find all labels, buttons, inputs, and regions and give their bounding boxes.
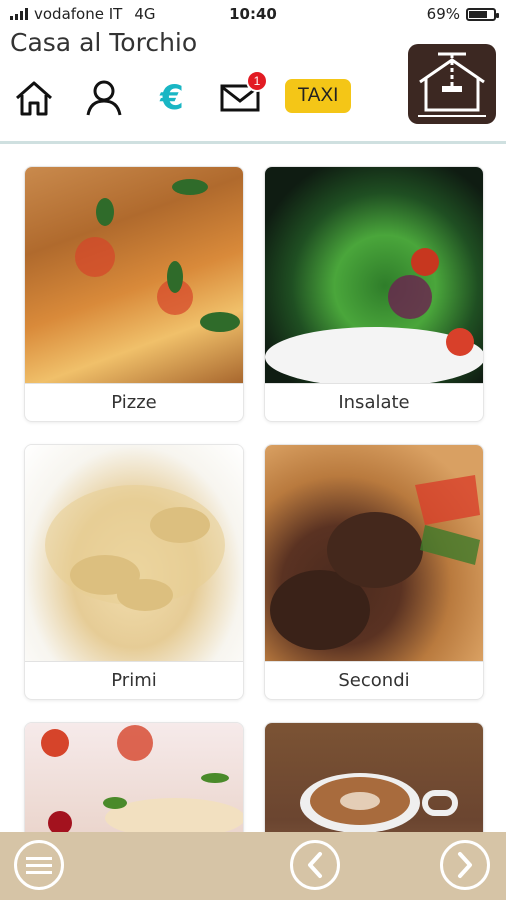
category-card-pizze[interactable]: Pizze <box>24 166 244 422</box>
mail-icon[interactable]: 1 <box>218 70 268 118</box>
battery-percent: 69% <box>426 5 460 23</box>
pizza-image <box>25 167 243 383</box>
ravioli-image <box>25 445 243 661</box>
category-label: Primi <box>25 661 243 699</box>
home-icon[interactable] <box>12 78 56 118</box>
menu-button[interactable] <box>14 840 64 890</box>
mail-badge: 1 <box>246 70 268 92</box>
salad-image <box>265 167 483 383</box>
user-icon[interactable] <box>82 78 126 118</box>
category-card-primi[interactable]: Primi <box>24 444 244 700</box>
category-label: Secondi <box>265 661 483 699</box>
page-title: Casa al Torchio <box>10 28 198 57</box>
forward-button[interactable] <box>440 840 490 890</box>
chevron-left-icon <box>308 852 322 878</box>
steak-image <box>265 445 483 661</box>
category-card-dessert[interactable] <box>24 722 244 844</box>
back-button[interactable] <box>290 840 340 890</box>
category-card-coffee[interactable] <box>264 722 484 844</box>
bottom-bar <box>0 832 506 900</box>
category-label: Pizze <box>25 383 243 421</box>
category-card-insalate[interactable]: Insalate <box>264 166 484 422</box>
hamburger-icon <box>26 857 52 874</box>
battery-icon <box>466 7 499 21</box>
coffee-image <box>265 723 483 843</box>
status-right: 69% <box>426 5 499 23</box>
press-house-icon <box>418 52 486 117</box>
status-bar: vodafone IT 4G 10:40 69% <box>0 0 506 28</box>
euro-icon[interactable]: € <box>150 78 194 118</box>
category-label: Insalate <box>265 383 483 421</box>
category-card-secondi[interactable]: Secondi <box>264 444 484 700</box>
logo[interactable] <box>408 44 496 124</box>
taxi-button[interactable]: TAXI <box>285 79 351 113</box>
chevron-right-icon <box>458 852 472 878</box>
euro-symbol: € <box>160 78 184 118</box>
header-divider <box>0 141 506 144</box>
dessert-image <box>25 723 243 843</box>
